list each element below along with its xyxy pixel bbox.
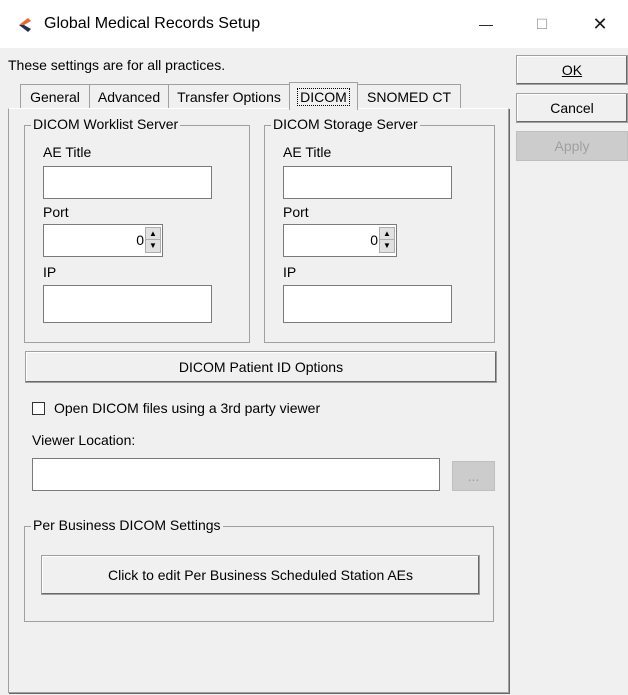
group-title: DICOM Worklist Server (31, 116, 181, 132)
third-party-viewer-checkbox[interactable] (32, 402, 45, 415)
spin-up-icon[interactable]: ▲ (380, 228, 394, 240)
storage-ae-title-input[interactable] (283, 166, 452, 199)
port-label: Port (43, 204, 69, 220)
ok-label: OK (561, 62, 583, 78)
maximize-button: ☐ (514, 0, 570, 48)
tab-label: DICOM (297, 87, 350, 106)
per-business-dicom-group: Per Business DICOM Settings Click to edi… (24, 517, 494, 622)
window-title: Global Medical Records Setup (44, 15, 261, 32)
cancel-button[interactable]: Cancel (516, 93, 628, 123)
apply-label: Apply (554, 138, 590, 154)
close-icon: ✕ (592, 13, 608, 34)
worklist-ae-title-input[interactable] (43, 166, 212, 199)
viewer-location-label: Viewer Location: (32, 432, 136, 448)
viewer-location-input[interactable] (32, 458, 440, 491)
port-label: Port (283, 204, 309, 220)
button-label: DICOM Patient ID Options (178, 359, 344, 375)
port-value: 0 (370, 232, 378, 248)
maximize-icon: ☐ (535, 15, 549, 32)
browse-button: ... (452, 461, 495, 491)
worklist-port-stepper[interactable]: 0 ▲ ▼ (43, 224, 163, 257)
tab-general[interactable]: General (20, 84, 90, 108)
checkbox-label[interactable]: Open DICOM files using a 3rd party viewe… (54, 400, 320, 416)
dicom-patient-id-options-button[interactable]: DICOM Patient ID Options (25, 351, 497, 383)
tab-advanced[interactable]: Advanced (89, 84, 169, 108)
ip-label: IP (283, 264, 297, 280)
browse-label: ... (467, 468, 480, 484)
apply-button: Apply (516, 131, 628, 161)
button-label: Click to edit Per Business Scheduled Sta… (107, 567, 414, 583)
storage-ip-input[interactable] (283, 285, 452, 323)
tab-label: General (30, 88, 80, 105)
storage-server-group: DICOM Storage Server AE Title Port 0 ▲ ▼… (264, 116, 495, 343)
ae-title-label: AE Title (283, 144, 332, 160)
worklist-ip-input[interactable] (43, 285, 212, 323)
spin-down-icon[interactable]: ▼ (380, 240, 394, 252)
cancel-label: Cancel (550, 100, 594, 116)
port-spin-buttons[interactable]: ▲ ▼ (379, 227, 395, 253)
spin-up-icon[interactable]: ▲ (146, 228, 160, 240)
group-title: Per Business DICOM Settings (31, 517, 223, 533)
ip-label: IP (43, 264, 57, 280)
app-icon (19, 18, 31, 32)
group-title: DICOM Storage Server (271, 116, 420, 132)
worklist-server-group: DICOM Worklist Server AE Title Port 0 ▲ … (24, 116, 250, 343)
tab-dicom[interactable]: DICOM (289, 82, 358, 110)
port-spin-buttons[interactable]: ▲ ▼ (145, 227, 161, 253)
close-button[interactable]: ✕ (572, 0, 628, 48)
tab-label: SNOMED CT (367, 88, 451, 105)
title-bar[interactable]: Global Medical Records Setup — ☐ ✕ (0, 0, 628, 48)
storage-port-stepper[interactable]: 0 ▲ ▼ (283, 224, 397, 257)
tab-transfer-options[interactable]: Transfer Options (168, 84, 290, 108)
ae-title-label: AE Title (43, 144, 92, 160)
tab-label: Transfer Options (177, 88, 281, 105)
minimize-icon: — (479, 16, 493, 32)
tab-snomed-ct[interactable]: SNOMED CT (357, 84, 461, 108)
spin-down-icon[interactable]: ▼ (146, 240, 160, 252)
minimize-button[interactable]: — (458, 0, 514, 48)
settings-description: These settings are for all practices. (8, 57, 226, 73)
ok-button[interactable]: OK (516, 55, 628, 85)
tab-label: Advanced (97, 88, 161, 105)
port-value: 0 (136, 232, 144, 248)
per-business-station-aes-button[interactable]: Click to edit Per Business Scheduled Sta… (41, 555, 480, 595)
